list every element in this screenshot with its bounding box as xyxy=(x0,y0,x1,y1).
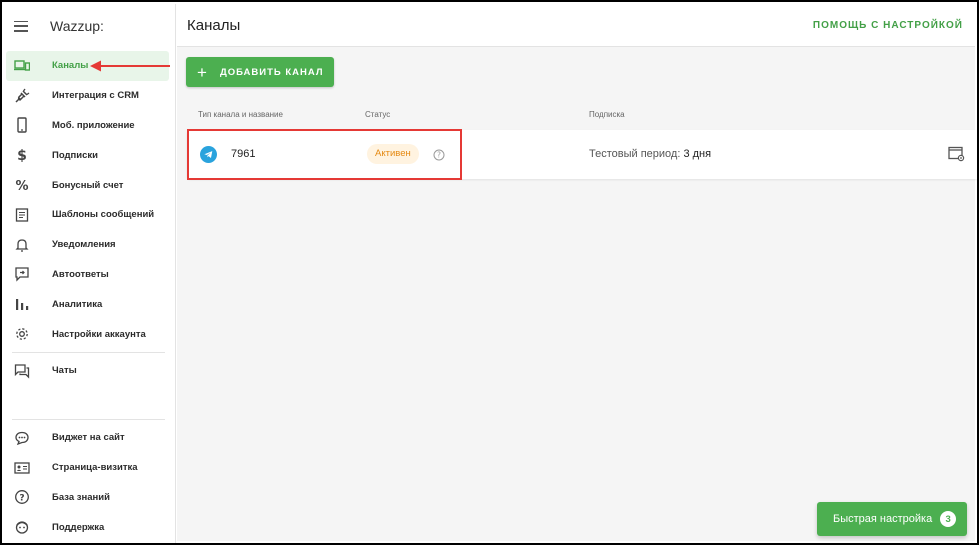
plus-icon: + xyxy=(197,62,208,82)
sidebar-item-site-widget[interactable]: Виджет на сайт xyxy=(6,423,169,453)
sidebar-item-notifications[interactable]: Уведомления xyxy=(6,230,169,260)
dollar-icon: $ xyxy=(14,147,30,163)
channel-row[interactable]: 7961 Активен ? Тестовый период: 3 дня xyxy=(187,130,977,179)
quick-setup-button[interactable]: Быстрая настройка 3 xyxy=(817,502,967,536)
subscription-label: Тестовый период: xyxy=(589,148,681,160)
sidebar-item-label: Каналы xyxy=(52,60,89,72)
question-icon[interactable]: ? xyxy=(433,148,445,161)
sidebar-item-crm[interactable]: Интеграция с CRM xyxy=(6,81,169,111)
menu-icon[interactable] xyxy=(14,20,28,32)
app-window: Wazzup: Каналы Интеграция с CRM Моб. при… xyxy=(0,0,979,545)
sidebar-item-label: Аналитика xyxy=(52,298,103,310)
page-title: Каналы xyxy=(187,16,241,34)
divider xyxy=(12,419,165,420)
sidebar-nav-bottom: Виджет на сайт Страница-визитка ? База з… xyxy=(4,423,175,542)
document-icon xyxy=(14,207,30,223)
sidebar-item-label: Бонусный счет xyxy=(52,179,124,191)
svg-text:?: ? xyxy=(19,494,24,504)
svg-text:%: % xyxy=(15,179,28,193)
sidebar-item-label: Страница-визитка xyxy=(52,462,138,474)
svg-text:$: $ xyxy=(17,148,27,163)
widget-chat-icon xyxy=(14,430,30,446)
channel-settings-icon[interactable] xyxy=(948,146,965,162)
sidebar-item-label: Интеграция с CRM xyxy=(52,90,139,102)
add-channel-label: ДОБАВИТЬ КАНАЛ xyxy=(219,66,324,78)
devices-icon xyxy=(14,58,30,74)
bell-icon xyxy=(14,237,30,253)
quick-setup-count-badge: 3 xyxy=(940,511,957,527)
annotation-arrow-icon xyxy=(90,60,170,72)
column-header-status: Статус xyxy=(365,110,391,119)
sidebar-item-templates[interactable]: Шаблоны сообщений xyxy=(6,200,169,230)
column-header-type-name: Тип канала и названиe xyxy=(198,110,283,119)
sidebar-item-label: Виджет на сайт xyxy=(52,432,125,444)
quick-setup-label: Быстрая настройка xyxy=(833,513,933,525)
sidebar-item-bonus[interactable]: % Бонусный счет xyxy=(6,170,169,200)
sidebar-item-label: Уведомления xyxy=(52,239,116,251)
sidebar-item-business-card[interactable]: Страница-визитка xyxy=(6,453,169,483)
add-channel-button[interactable]: + ДОБАВИТЬ КАНАЛ xyxy=(186,57,334,87)
plug-icon xyxy=(14,88,30,104)
sidebar-item-label: Поддержка xyxy=(52,521,105,533)
sidebar-item-chats[interactable]: Чаты xyxy=(6,356,169,386)
id-card-icon xyxy=(14,460,30,476)
telegram-icon xyxy=(200,146,217,163)
sidebar: Wazzup: Каналы Интеграция с CRM Моб. при… xyxy=(4,4,176,543)
sidebar-header: Wazzup: xyxy=(4,4,175,48)
help-setup-link[interactable]: ПОМОЩЬ С НАСТРОЙКОЙ xyxy=(813,20,963,31)
subscription-value: 3 дня xyxy=(683,148,712,160)
sidebar-item-account-settings[interactable]: Настройки аккаунта xyxy=(6,319,169,349)
sidebar-nav: Каналы Интеграция с CRM Моб. приложение … xyxy=(4,51,175,349)
percent-icon: % xyxy=(14,177,30,193)
sidebar-item-autoreplies[interactable]: Автоответы xyxy=(6,260,169,290)
status-badge: Активен xyxy=(367,144,419,164)
sidebar-item-label: Подписки xyxy=(52,149,98,161)
sidebar-item-analytics[interactable]: Аналитика xyxy=(6,289,169,319)
sidebar-item-subscriptions[interactable]: $ Подписки xyxy=(6,140,169,170)
sidebar-item-knowledge-base[interactable]: ? База знаний xyxy=(6,483,169,513)
help-icon: ? xyxy=(14,489,30,505)
main-content: Каналы ПОМОЩЬ С НАСТРОЙКОЙ + ДОБАВИТЬ КА… xyxy=(177,4,977,541)
sidebar-item-support[interactable]: Поддержка xyxy=(6,512,169,542)
svg-text:?: ? xyxy=(437,151,441,160)
sidebar-bottom: Виджет на сайт Страница-визитка ? База з… xyxy=(4,416,175,542)
channel-name: 7961 xyxy=(231,148,256,160)
sidebar-item-label: Настройки аккаунта xyxy=(52,328,146,340)
sidebar-item-label: Чаты xyxy=(52,365,77,377)
sidebar-item-label: Моб. приложение xyxy=(52,119,135,131)
sidebar-nav-chats: Чаты xyxy=(4,356,175,386)
auto-reply-icon xyxy=(14,266,30,283)
column-header-subscription: Подписка xyxy=(589,110,625,119)
divider xyxy=(12,351,165,353)
support-icon xyxy=(14,519,30,535)
chat-icon xyxy=(14,363,30,379)
subscription-info: Тестовый период: 3 дня xyxy=(589,148,711,160)
sidebar-item-label: База знаний xyxy=(52,491,110,503)
sidebar-item-label: Автоответы xyxy=(52,268,109,280)
gear-icon xyxy=(14,326,30,342)
smartphone-icon xyxy=(14,117,30,134)
brand-logo: Wazzup: xyxy=(50,18,104,34)
bar-chart-icon xyxy=(14,296,30,312)
sidebar-item-label: Шаблоны сообщений xyxy=(52,209,155,221)
topbar: Каналы ПОМОЩЬ С НАСТРОЙКОЙ xyxy=(177,4,975,47)
sidebar-item-mobile-app[interactable]: Моб. приложение xyxy=(6,111,169,141)
